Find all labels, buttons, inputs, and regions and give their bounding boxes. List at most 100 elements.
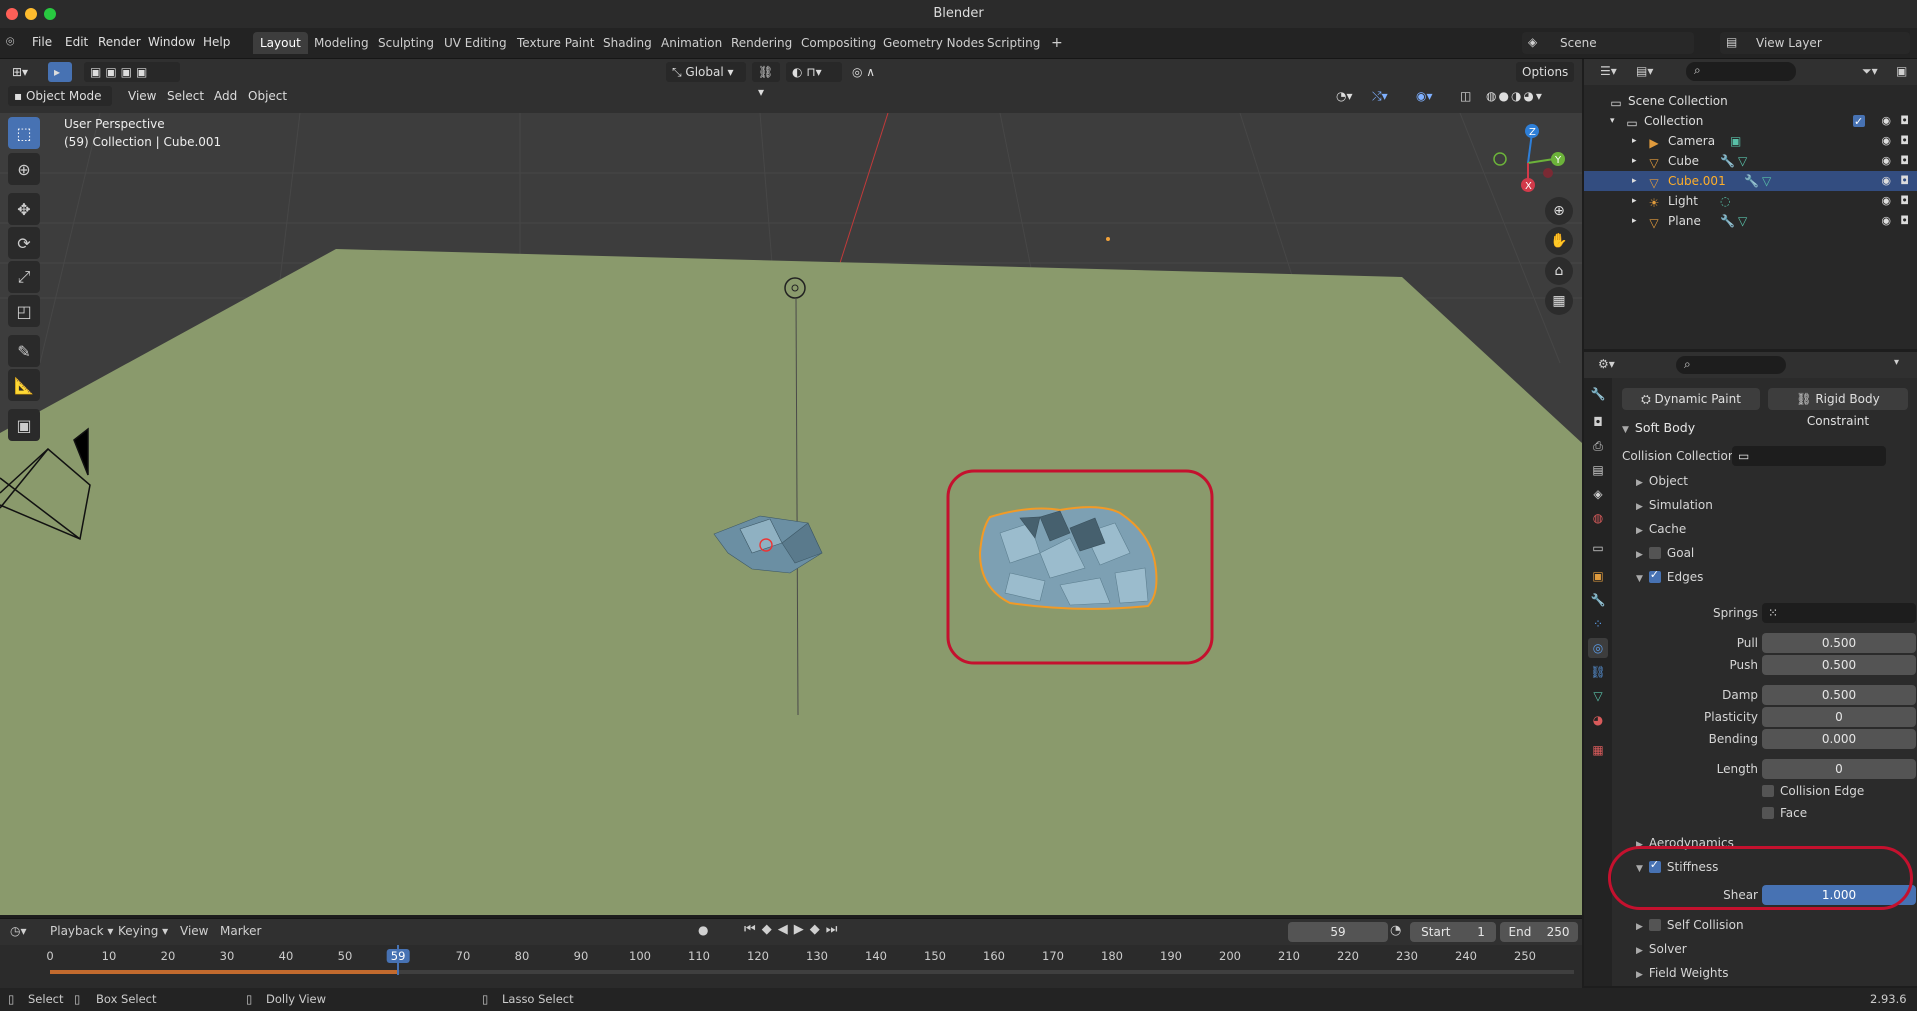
chevron-down-icon[interactable]: ▾ [1894, 357, 1899, 368]
bending-field[interactable]: 0.000 [1762, 729, 1916, 749]
editor-type-icon[interactable]: ⊞▾ [6, 62, 34, 82]
tab-layout[interactable]: Layout [253, 32, 308, 54]
outliner-scene-collection[interactable]: ▭ Scene Collection [1584, 91, 1917, 111]
shading-mode-icons[interactable]: ◍●◑◕▾ [1480, 86, 1550, 106]
damp-field[interactable]: 0.500 [1762, 685, 1916, 705]
marker-menu[interactable]: Marker [220, 924, 261, 938]
physics-tab-icon[interactable]: ◎ [1588, 638, 1608, 658]
outliner-editor-icon[interactable]: ☰▾ [1600, 64, 1617, 78]
eye-icon[interactable]: ◉ [1881, 211, 1891, 231]
object-subpanel[interactable]: ▶ Object [1636, 474, 1688, 488]
tab-shading[interactable]: Shading [596, 32, 659, 54]
menu-edit[interactable]: Edit [65, 35, 88, 49]
tab-geometry-nodes[interactable]: Geometry Nodes [876, 32, 991, 54]
proportional-edit-icon[interactable]: ◎ ∧ [846, 62, 902, 82]
mesh-data-icon[interactable]: ▽ [1738, 211, 1747, 231]
collision-edge-option[interactable]: Collision Edge [1762, 784, 1864, 798]
mesh-data-tab-icon[interactable]: ▽ [1588, 686, 1608, 706]
timeline-ruler[interactable]: 0 10 20 30 40 50 59 70 80 90 100 110 120 130 140 150 160… [0, 945, 1582, 989]
render-tab-icon[interactable]: ◘ [1588, 412, 1608, 432]
expand-icon[interactable]: ▸ [1632, 211, 1637, 231]
pan-hand-icon[interactable]: ✋ [1545, 227, 1573, 255]
outliner-item-camera[interactable]: ▸ ▶ Camera ▣ ◉ ◘ [1584, 131, 1917, 151]
material-tab-icon[interactable]: ◕ [1588, 710, 1608, 730]
collection-tab-icon[interactable]: ▭ [1588, 538, 1608, 558]
object-tab-icon[interactable]: ▣ [1588, 566, 1608, 586]
current-frame-marker[interactable]: 59 [386, 949, 410, 963]
modifier-wrench-icon[interactable]: 🔧 [1744, 171, 1759, 191]
tab-animation[interactable]: Animation [654, 32, 729, 54]
mode-dropdown[interactable]: ▪ Object Mode ▾ [8, 86, 112, 123]
navigation-gizmo[interactable]: Z Y X [1482, 119, 1572, 199]
viewport-menu-add[interactable]: Add [214, 89, 237, 103]
outliner-item-plane[interactable]: ▸ ▽ Plane 🔧 ▽ ◉ ◘ [1584, 211, 1917, 231]
tab-modeling[interactable]: Modeling [307, 32, 376, 54]
annotate-tool-icon[interactable]: ✎ [8, 335, 40, 367]
end-frame-field[interactable]: End 250 [1500, 922, 1578, 942]
measure-tool-icon[interactable]: 📐 [8, 369, 40, 401]
particles-tab-icon[interactable]: ⁘ [1588, 614, 1608, 634]
orientation-dropdown[interactable]: ⤡ Global ▾ [666, 62, 746, 82]
scene-selector[interactable]: ◈ Scene [1522, 32, 1694, 54]
expand-icon[interactable]: ▸ [1632, 131, 1637, 151]
face-option[interactable]: Face [1762, 806, 1807, 820]
goal-checkbox[interactable] [1648, 547, 1661, 559]
record-icon[interactable]: ● [698, 923, 708, 937]
blender-logo-icon[interactable]: ⌾ [6, 34, 22, 50]
tab-uv-editing[interactable]: UV Editing [437, 32, 514, 54]
menu-help[interactable]: Help [203, 35, 230, 49]
3d-viewport[interactable]: User Perspective (59) Collection | Cube.… [0, 113, 1582, 915]
options-dropdown[interactable]: Options [1516, 62, 1575, 82]
texture-tab-icon[interactable]: ▦ [1588, 740, 1608, 760]
visibility-icon[interactable]: ◔▾ [1330, 86, 1359, 106]
collision-edge-checkbox[interactable] [1762, 785, 1774, 797]
expand-icon[interactable]: ▸ [1632, 171, 1637, 191]
render-camera-icon[interactable]: ◘ [1900, 131, 1909, 151]
viewport-menu-object[interactable]: Object [248, 89, 287, 103]
tab-sculpting[interactable]: Sculpting [371, 32, 441, 54]
plasticity-field[interactable]: 0 [1762, 707, 1916, 727]
collapse-icon[interactable]: ▾ [1610, 111, 1615, 131]
pull-field[interactable]: 0.500 [1762, 633, 1916, 653]
start-frame-field[interactable]: Start 1 [1410, 922, 1496, 942]
cache-subpanel[interactable]: ▶ Cache [1636, 522, 1686, 536]
overlay-toggle-icon[interactable]: ◉▾ [1410, 86, 1439, 106]
light-data-icon[interactable]: ◌ [1720, 191, 1730, 211]
tab-rendering[interactable]: Rendering [724, 32, 799, 54]
exclude-checkbox[interactable] [1853, 111, 1871, 132]
render-camera-icon[interactable]: ◘ [1900, 191, 1909, 211]
expand-icon[interactable]: ▸ [1632, 191, 1637, 211]
goal-subpanel[interactable]: ▶ Goal [1636, 546, 1694, 560]
outliner-collection[interactable]: ▾ ▭ Collection ◉ ◘ [1584, 111, 1917, 132]
tab-texture-paint[interactable]: Texture Paint [510, 32, 601, 54]
filter-icon[interactable]: ⏷▾ [1862, 64, 1878, 79]
timeline-editor-icon[interactable]: ◷▾ [10, 924, 27, 938]
eye-icon[interactable]: ◉ [1881, 151, 1891, 171]
rotate-tool-icon[interactable]: ⟳ [8, 227, 40, 259]
zoom-icon[interactable]: ⊕ [1545, 197, 1573, 225]
move-tool-icon[interactable]: ✥ [8, 193, 40, 225]
transform-tool-icon[interactable]: ◰ [8, 295, 40, 327]
outliner-item-cube[interactable]: ▸ ▽ Cube 🔧 ▽ ◉ ◘ [1584, 151, 1917, 171]
properties-search-input[interactable]: ⌕ [1676, 356, 1786, 374]
mesh-data-icon[interactable]: ▽ [1762, 171, 1771, 191]
render-camera-icon[interactable]: ◘ [1900, 151, 1909, 171]
render-camera-icon[interactable]: ◘ [1900, 111, 1909, 131]
edges-subpanel[interactable]: ▼Edges [1636, 568, 1703, 584]
camera-data-icon[interactable]: ▣ [1730, 131, 1741, 151]
properties-editor-icon[interactable]: ⚙▾ [1598, 357, 1615, 371]
add-workspace-button[interactable]: + [1044, 32, 1070, 54]
modifier-wrench-icon[interactable]: 🔧 [1720, 211, 1735, 231]
add-cube-tool-icon[interactable]: ▣ [8, 409, 40, 441]
view-layer-tab-icon[interactable]: ▤ [1588, 460, 1608, 480]
outliner-item-cube001[interactable]: ▸ ▽ Cube.001 🔧 ▽ ◉ ◘ [1584, 171, 1917, 191]
pivot-icon[interactable]: ⛓▾ [752, 62, 780, 99]
rigid-body-constraint-button[interactable]: ⛓ Rigid Body Constraint [1768, 388, 1908, 428]
menu-render[interactable]: Render [98, 35, 141, 49]
new-collection-icon[interactable]: ▣ [1896, 64, 1907, 78]
playback-controls-icons[interactable]: ⏮◆◀▶◆⏭ [744, 922, 843, 937]
camera-view-icon[interactable]: ⌂ [1545, 257, 1573, 285]
perspective-toggle-icon[interactable]: ▦ [1545, 287, 1573, 315]
outliner-item-light[interactable]: ▸ ☀ Light ◌ ◉ ◘ [1584, 191, 1917, 211]
self-collision-subpanel[interactable]: ▶ Self Collision [1636, 918, 1744, 932]
